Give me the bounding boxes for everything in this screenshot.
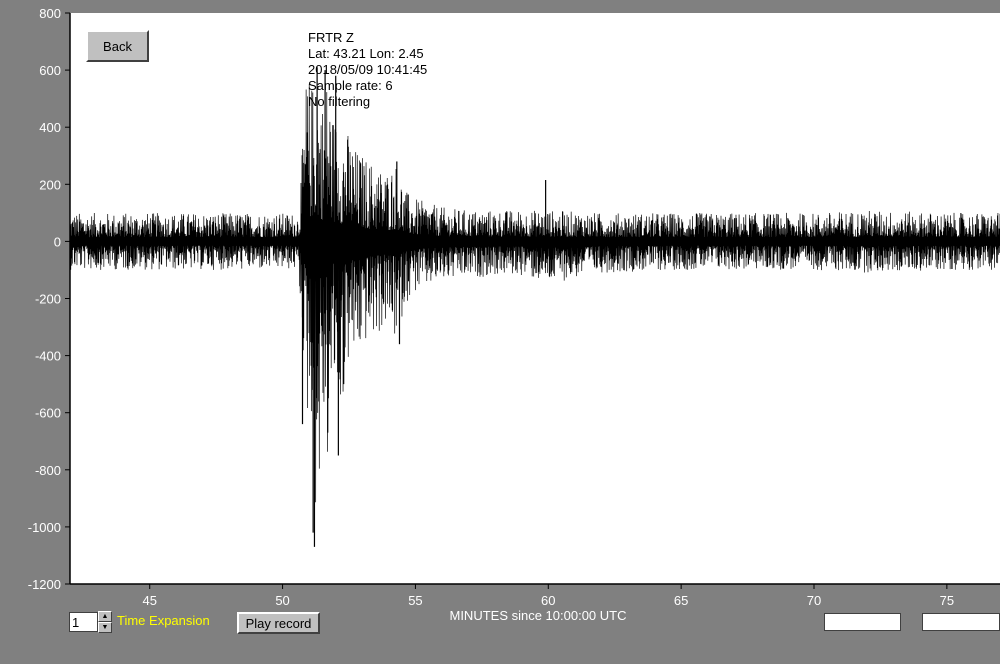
sample-rate: Sample rate: 6 [308, 78, 393, 93]
spin-down-button[interactable]: ▼ [98, 622, 112, 633]
x-tick-label: 60 [541, 593, 555, 608]
y-tick-label: -1200 [28, 577, 61, 592]
spin-up-button[interactable]: ▲ [98, 611, 112, 622]
y-tick-label: 600 [39, 63, 61, 78]
station-name: FRTR Z [308, 30, 354, 45]
x-tick-label: 75 [940, 593, 954, 608]
x-axis-label: MINUTES since 10:00:00 UTC [449, 608, 626, 623]
time-expansion-input[interactable] [69, 612, 98, 632]
plot-area [70, 13, 1000, 584]
y-tick-label: 0 [54, 234, 61, 249]
y-tick-label: -400 [35, 349, 61, 364]
filter-status: No filtering [308, 94, 370, 109]
arrow-up-icon: ▲ [101, 613, 109, 620]
x-tick-label: 50 [275, 593, 289, 608]
x-tick-label: 65 [674, 593, 688, 608]
seismogram-plot: 800 600 400 200 0 -200 -400 -600 -800 -1000 -1200 4… [28, 6, 1000, 623]
y-tick-label: 800 [39, 6, 61, 21]
status-field-2 [922, 613, 1000, 631]
y-tick-label: -1000 [28, 520, 61, 535]
station-location: Lat: 43.21 Lon: 2.45 [308, 46, 424, 61]
x-tick-label: 45 [142, 593, 156, 608]
arrow-down-icon: ▼ [101, 624, 109, 631]
x-tick-label: 55 [408, 593, 422, 608]
time-expansion-label: Time Expansion [117, 613, 210, 628]
back-button[interactable]: Back [86, 30, 149, 62]
y-tick-label: 400 [39, 120, 61, 135]
status-field-1 [824, 613, 901, 631]
y-tick-label: 200 [39, 177, 61, 192]
y-tick-label: -800 [35, 463, 61, 478]
play-record-button[interactable]: Play record [237, 612, 320, 634]
y-tick-label: -200 [35, 292, 61, 307]
record-datetime: 2018/05/09 10:41:45 [308, 62, 427, 77]
y-tick-label: -600 [35, 406, 61, 421]
x-tick-label: 70 [807, 593, 821, 608]
